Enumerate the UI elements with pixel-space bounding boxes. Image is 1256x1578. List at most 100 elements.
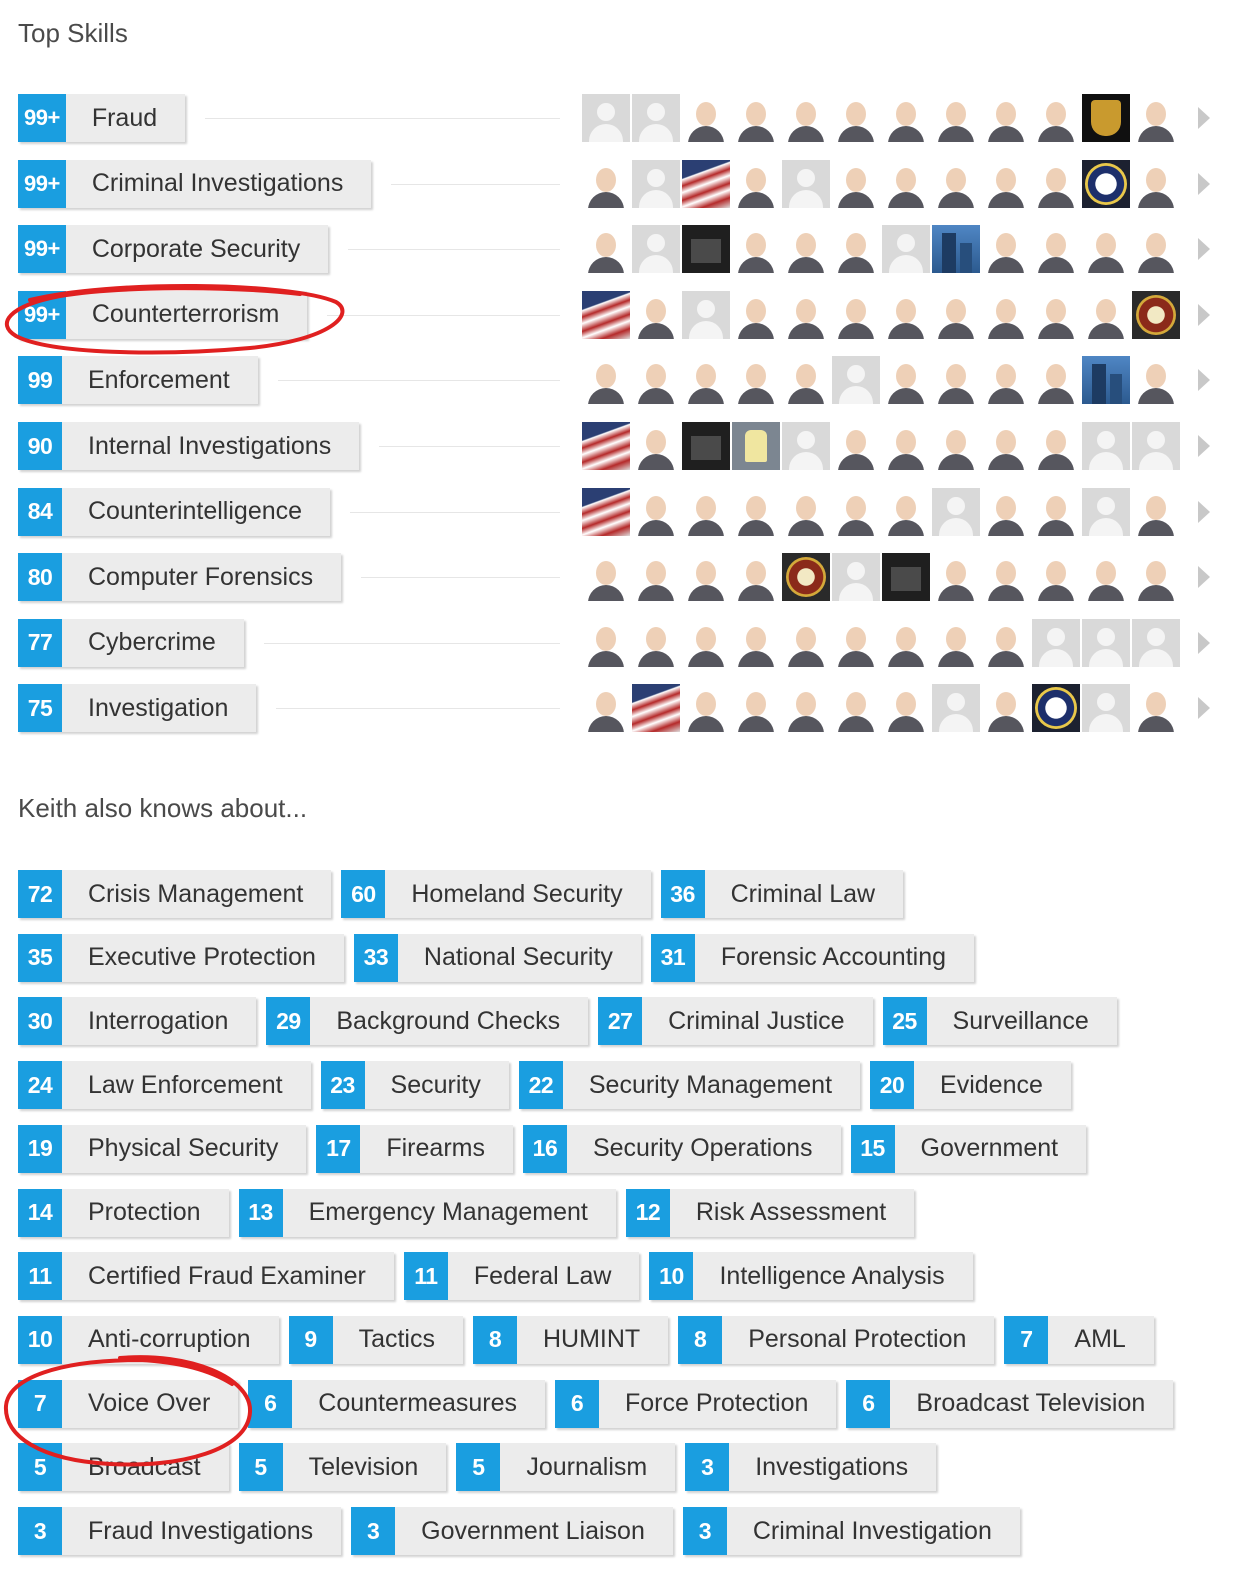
endorser-avatar[interactable] — [982, 160, 1030, 208]
endorser-avatar[interactable] — [682, 619, 730, 667]
default-avatar-icon[interactable] — [1082, 684, 1130, 733]
skill-name[interactable]: Intelligence Analysis — [693, 1252, 973, 1301]
endorser-avatar[interactable] — [682, 488, 730, 536]
endorser-avatar[interactable] — [882, 619, 930, 667]
expand-arrow-icon[interactable] — [1198, 566, 1210, 589]
endorser-avatar[interactable] — [732, 422, 780, 470]
endorsement-count[interactable]: 10 — [649, 1252, 694, 1301]
endorsement-count[interactable]: 36 — [660, 870, 705, 918]
skill-pill-government-liaison[interactable]: 3 Government Liaison — [351, 1507, 673, 1555]
endorser-avatar[interactable] — [732, 160, 780, 208]
endorser-avatar[interactable] — [1132, 94, 1180, 142]
endorsement-count[interactable]: 10 — [18, 1315, 62, 1364]
endorser-avatar[interactable] — [582, 619, 630, 667]
skill-name[interactable]: Security — [364, 1061, 509, 1110]
endorser-avatar[interactable] — [582, 290, 630, 339]
skill-name[interactable]: Firearms — [360, 1124, 513, 1173]
endorsement-count[interactable]: 30 — [18, 997, 62, 1046]
endorsement-count[interactable]: 29 — [266, 997, 311, 1046]
default-avatar-icon[interactable] — [832, 553, 880, 602]
skill-pill-countermeasures[interactable]: 6 Countermeasures — [248, 1379, 545, 1428]
endorsement-count[interactable]: 3 — [682, 1507, 727, 1555]
endorsement-count[interactable]: 5 — [238, 1443, 283, 1492]
endorser-avatar[interactable] — [632, 422, 680, 470]
skill-name[interactable]: Journalism — [500, 1443, 676, 1492]
skill-name[interactable]: Government — [894, 1124, 1087, 1173]
endorser-avatar[interactable] — [632, 356, 680, 405]
endorsement-count[interactable]: 99 — [18, 356, 62, 405]
endorser-avatar[interactable] — [732, 356, 780, 405]
default-avatar-icon[interactable] — [1132, 422, 1180, 470]
skill-name[interactable]: Certified Fraud Examiner — [62, 1252, 394, 1301]
skill-pill-surveillance[interactable]: 25 Surveillance — [882, 997, 1117, 1046]
default-avatar-icon[interactable] — [632, 225, 680, 274]
endorser-avatar[interactable] — [1032, 356, 1080, 405]
skill-name[interactable]: Federal Law — [447, 1252, 640, 1301]
endorser-avatar[interactable] — [682, 553, 730, 602]
skill-name[interactable]: Fraud — [65, 94, 186, 142]
endorser-avatar[interactable] — [782, 94, 830, 142]
skill-pill-internal-investigations[interactable]: 90 Internal Investigations — [18, 422, 360, 470]
endorser-avatar[interactable] — [682, 225, 730, 274]
skill-name[interactable]: Television — [282, 1443, 447, 1492]
endorser-avatar[interactable] — [1032, 684, 1080, 733]
endorser-avatar[interactable] — [582, 225, 630, 274]
skill-pill-federal-law[interactable]: 11 Federal Law — [403, 1252, 640, 1301]
endorser-avatar[interactable] — [982, 422, 1030, 470]
endorser-avatar[interactable] — [882, 553, 930, 602]
endorser-avatar[interactable] — [782, 488, 830, 536]
endorsement-count[interactable]: 33 — [353, 933, 398, 982]
endorser-avatar[interactable] — [1032, 94, 1080, 142]
endorser-avatar[interactable] — [1082, 159, 1130, 208]
skill-pill-law-enforcement[interactable]: 24 Law Enforcement — [18, 1061, 311, 1110]
skill-pill-security-operations[interactable]: 16 Security Operations — [522, 1124, 841, 1173]
default-avatar-icon[interactable] — [1082, 487, 1130, 536]
endorser-avatar[interactable] — [932, 291, 980, 339]
endorsement-count[interactable]: 23 — [320, 1061, 365, 1110]
endorser-avatar[interactable] — [632, 684, 680, 733]
default-avatar-icon[interactable] — [782, 422, 830, 470]
skill-name[interactable]: Criminal Investigation — [726, 1507, 1020, 1555]
endorser-avatar[interactable] — [1032, 422, 1080, 470]
skill-pill-broadcast[interactable]: 5 Broadcast — [18, 1443, 229, 1492]
endorsement-count[interactable]: 31 — [650, 933, 695, 982]
endorsement-count[interactable]: 11 — [18, 1252, 62, 1301]
endorsement-count[interactable]: 6 — [248, 1379, 293, 1428]
endorsement-count[interactable]: 8 — [678, 1315, 723, 1364]
expand-arrow-icon[interactable] — [1198, 435, 1210, 457]
endorser-avatar[interactable] — [732, 291, 780, 339]
endorser-avatar[interactable] — [732, 94, 780, 142]
expand-arrow-icon[interactable] — [1198, 303, 1210, 326]
default-avatar-icon[interactable] — [582, 94, 630, 142]
endorsement-count[interactable]: 27 — [598, 997, 643, 1046]
endorser-avatar[interactable] — [1132, 160, 1180, 208]
endorsement-count[interactable]: 8 — [472, 1315, 517, 1364]
skill-pill-television[interactable]: 5 Television — [238, 1443, 447, 1492]
skill-name[interactable]: Criminal Investigations — [65, 159, 372, 208]
skill-pill-criminal-investigations[interactable]: 99+ Criminal Investigations — [18, 159, 372, 208]
endorser-avatar[interactable] — [932, 356, 980, 405]
skill-name[interactable]: Interrogation — [62, 997, 257, 1046]
endorser-avatar[interactable] — [1132, 553, 1180, 602]
endorser-avatar[interactable] — [832, 422, 880, 470]
endorser-avatar[interactable] — [832, 488, 880, 536]
endorser-avatar[interactable] — [882, 356, 930, 405]
skill-pill-fraud[interactable]: 99+ Fraud — [18, 94, 186, 142]
default-avatar-icon[interactable] — [932, 684, 980, 733]
skill-pill-counterterrorism[interactable]: 99+ Counterterrorism — [18, 290, 308, 339]
skill-name[interactable]: Force Protection — [599, 1379, 837, 1428]
skill-name[interactable]: Criminal Law — [704, 870, 904, 918]
endorser-avatar[interactable] — [782, 225, 830, 274]
endorser-avatar[interactable] — [1032, 225, 1080, 274]
skill-name[interactable]: Law Enforcement — [62, 1061, 311, 1110]
skill-name[interactable]: Criminal Justice — [642, 997, 873, 1046]
endorser-avatar[interactable] — [1082, 94, 1130, 142]
skill-pill-forensic-accounting[interactable]: 31 Forensic Accounting — [650, 933, 975, 982]
skill-pill-certified-fraud-examiner[interactable]: 11 Certified Fraud Examiner — [18, 1252, 394, 1301]
skill-pill-executive-protection[interactable]: 35 Executive Protection — [18, 933, 344, 982]
endorsement-count[interactable]: 80 — [18, 553, 62, 602]
skill-name[interactable]: Protection — [62, 1188, 229, 1237]
skill-name[interactable]: Countermeasures — [292, 1379, 545, 1428]
skill-pill-government[interactable]: 15 Government — [850, 1124, 1087, 1173]
skill-name[interactable]: Broadcast Television — [890, 1379, 1174, 1428]
